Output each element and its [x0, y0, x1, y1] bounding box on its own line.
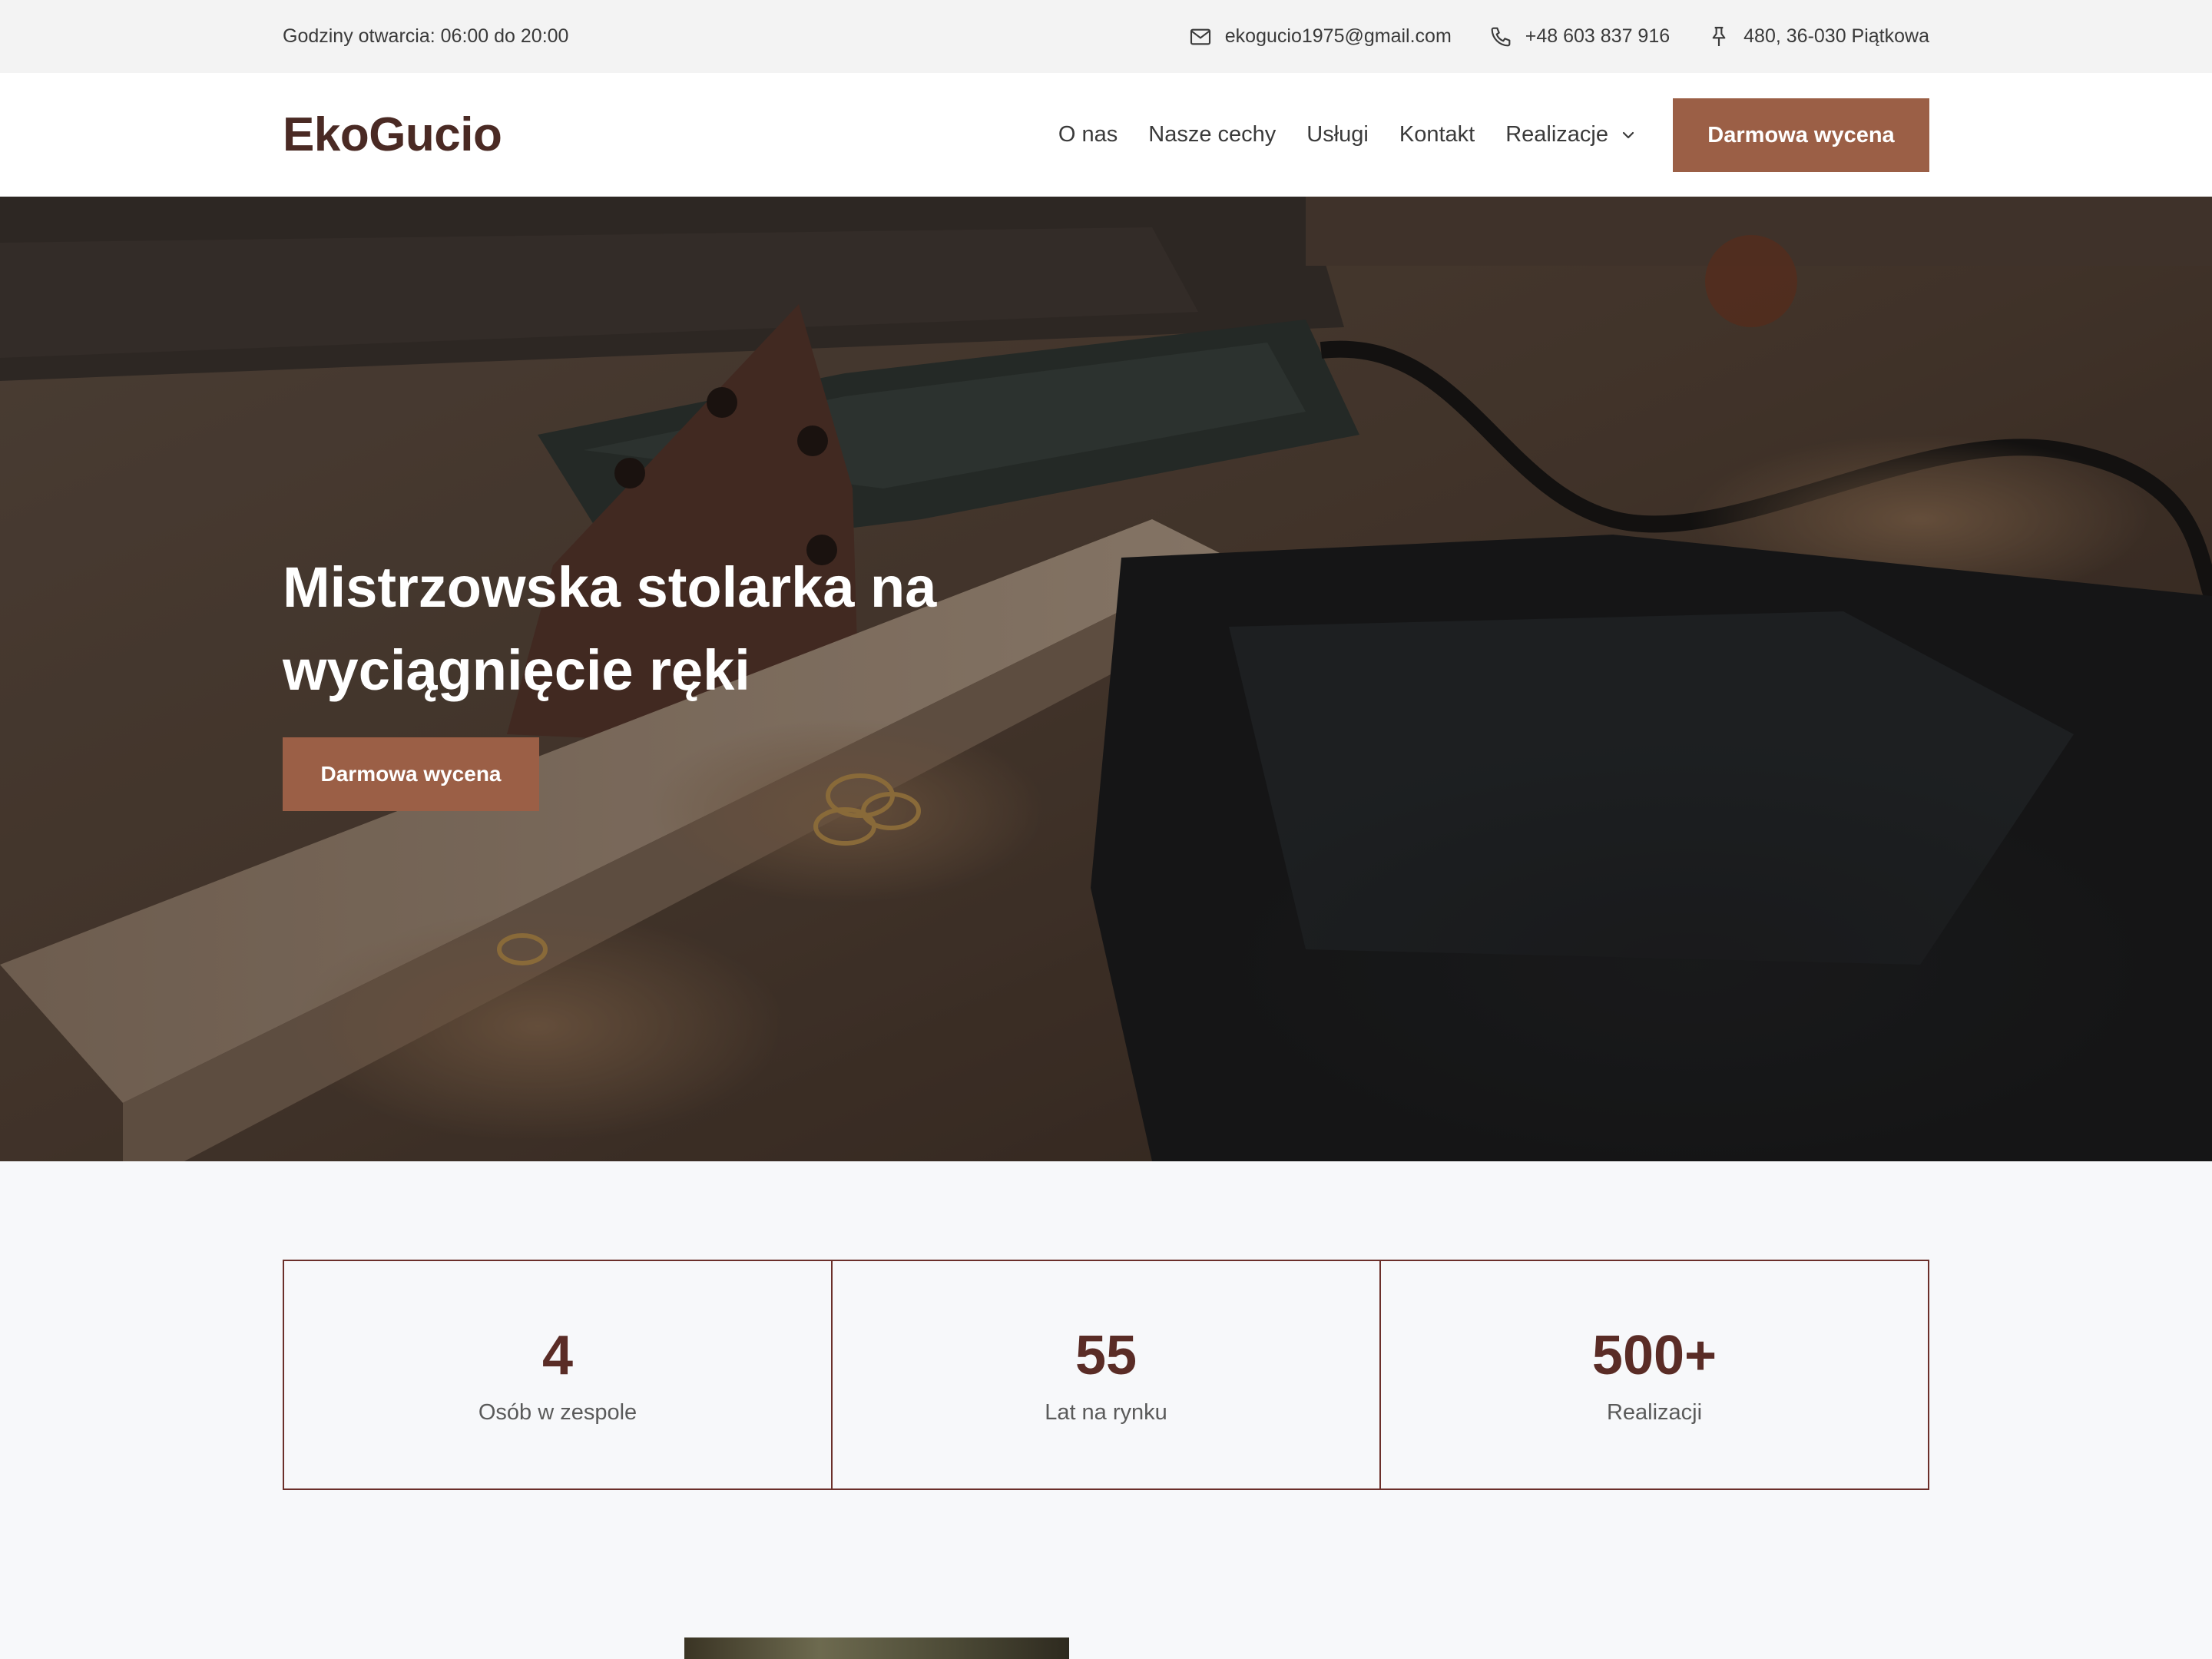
stat-label: Lat na rynku [1045, 1399, 1167, 1425]
phone-text[interactable]: +48 603 837 916 [1525, 25, 1670, 48]
free-quote-button-header[interactable]: Darmowa wycena [1673, 98, 1929, 172]
about-image [684, 1637, 1069, 1659]
address-contact: 480, 36-030 Piątkowa [1707, 25, 1929, 49]
nav-item-o-nas[interactable]: O nas [1058, 122, 1118, 147]
main-navbar: EkoGucio O nas Nasze cechy Usługi Kontak… [0, 73, 2212, 197]
top-info-bar: Godziny otwarcia: 06:00 do 20:00 ekoguci… [0, 0, 2212, 73]
hero-heading: Mistrzowska stolarka na wyciągnięcie ręk… [283, 555, 937, 702]
nav-item-realizacje-label: Realizacje [1505, 122, 1608, 147]
nav-item-kontakt[interactable]: Kontakt [1399, 122, 1475, 147]
hero-section: Mistrzowska stolarka na wyciągnięcie ręk… [0, 197, 2212, 1161]
free-quote-button-hero[interactable]: Darmowa wycena [283, 737, 539, 811]
chevron-down-icon [1622, 131, 1634, 138]
stat-label: Osób w zespole [478, 1399, 637, 1425]
main-nav: O nas Nasze cechy Usługi Kontakt Realiza… [1058, 73, 1637, 197]
pin-icon [1712, 26, 1726, 46]
stat-years: 55 Lat na rynku [833, 1261, 1381, 1488]
email-text[interactable]: ekogucio1975@gmail.com [1225, 25, 1452, 48]
address-text: 480, 36-030 Piątkowa [1743, 25, 1929, 47]
email-contact[interactable]: ekogucio1975@gmail.com [1188, 25, 1452, 49]
stat-value: 500+ [1591, 1324, 1717, 1386]
stat-value: 55 [1075, 1324, 1137, 1386]
opening-hours: Godziny otwarcia: 06:00 do 20:00 [283, 25, 569, 47]
mail-icon [1190, 28, 1210, 45]
stat-team: 4 Osób w zespole [284, 1261, 833, 1488]
phone-icon [1491, 27, 1511, 46]
contact-info: ekogucio1975@gmail.com +48 603 837 916 4… [1188, 0, 1929, 73]
nav-item-uslugi[interactable]: Usługi [1306, 122, 1369, 147]
stat-label: Realizacji [1606, 1399, 1703, 1425]
phone-contact[interactable]: +48 603 837 916 [1488, 25, 1670, 49]
stat-value: 4 [541, 1324, 574, 1386]
stat-projects: 500+ Realizacji [1381, 1261, 1928, 1488]
stats-section: 4 Osób w zespole 55 Lat na rynku 500+ Re… [283, 1260, 1929, 1490]
nav-item-nasze-cechy[interactable]: Nasze cechy [1148, 122, 1276, 147]
nav-item-realizacje[interactable]: Realizacje [1505, 122, 1637, 147]
site-logo[interactable]: EkoGucio [283, 73, 502, 197]
